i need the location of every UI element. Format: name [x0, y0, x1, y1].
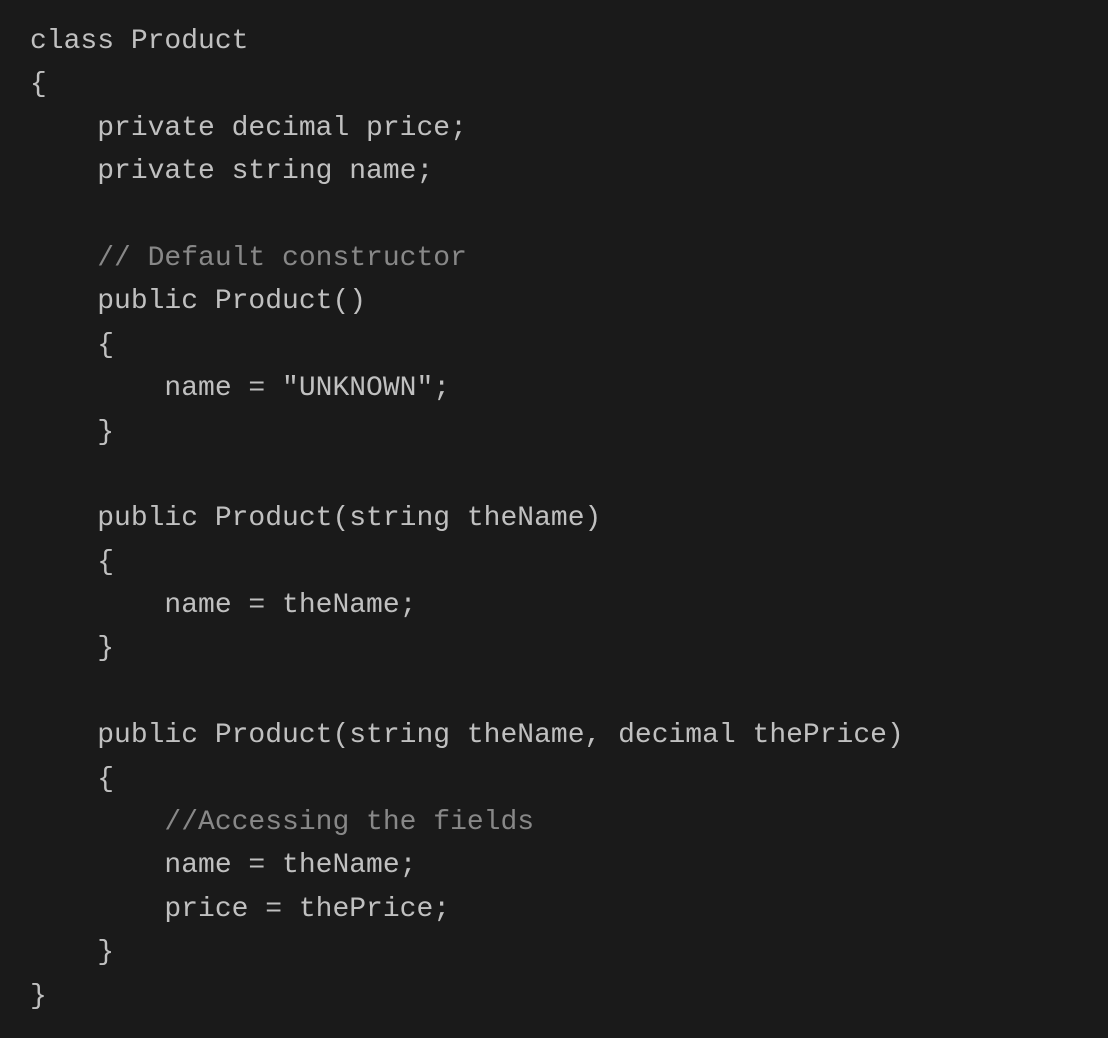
code-line: public Product(string theName) — [30, 497, 1078, 540]
code-line: private decimal price; — [30, 107, 1078, 150]
code-line: } — [30, 975, 1078, 1018]
code-line: price = thePrice; — [30, 888, 1078, 931]
code-line: } — [30, 931, 1078, 974]
code-line: name = "UNKNOWN"; — [30, 367, 1078, 410]
code-line — [30, 671, 1078, 714]
code-line: { — [30, 324, 1078, 367]
code-line: // Default constructor — [30, 237, 1078, 280]
code-line: { — [30, 758, 1078, 801]
code-line: name = theName; — [30, 584, 1078, 627]
code-display: class Product{ private decimal price; pr… — [30, 20, 1078, 1018]
code-line: { — [30, 63, 1078, 106]
code-line: class Product — [30, 20, 1078, 63]
code-line — [30, 454, 1078, 497]
code-line: name = theName; — [30, 844, 1078, 887]
code-line: { — [30, 541, 1078, 584]
code-line: public Product() — [30, 280, 1078, 323]
code-line: } — [30, 411, 1078, 454]
code-line: public Product(string theName, decimal t… — [30, 714, 1078, 757]
code-line: //Accessing the fields — [30, 801, 1078, 844]
code-line: private string name; — [30, 150, 1078, 193]
code-line: } — [30, 627, 1078, 670]
code-line — [30, 194, 1078, 237]
